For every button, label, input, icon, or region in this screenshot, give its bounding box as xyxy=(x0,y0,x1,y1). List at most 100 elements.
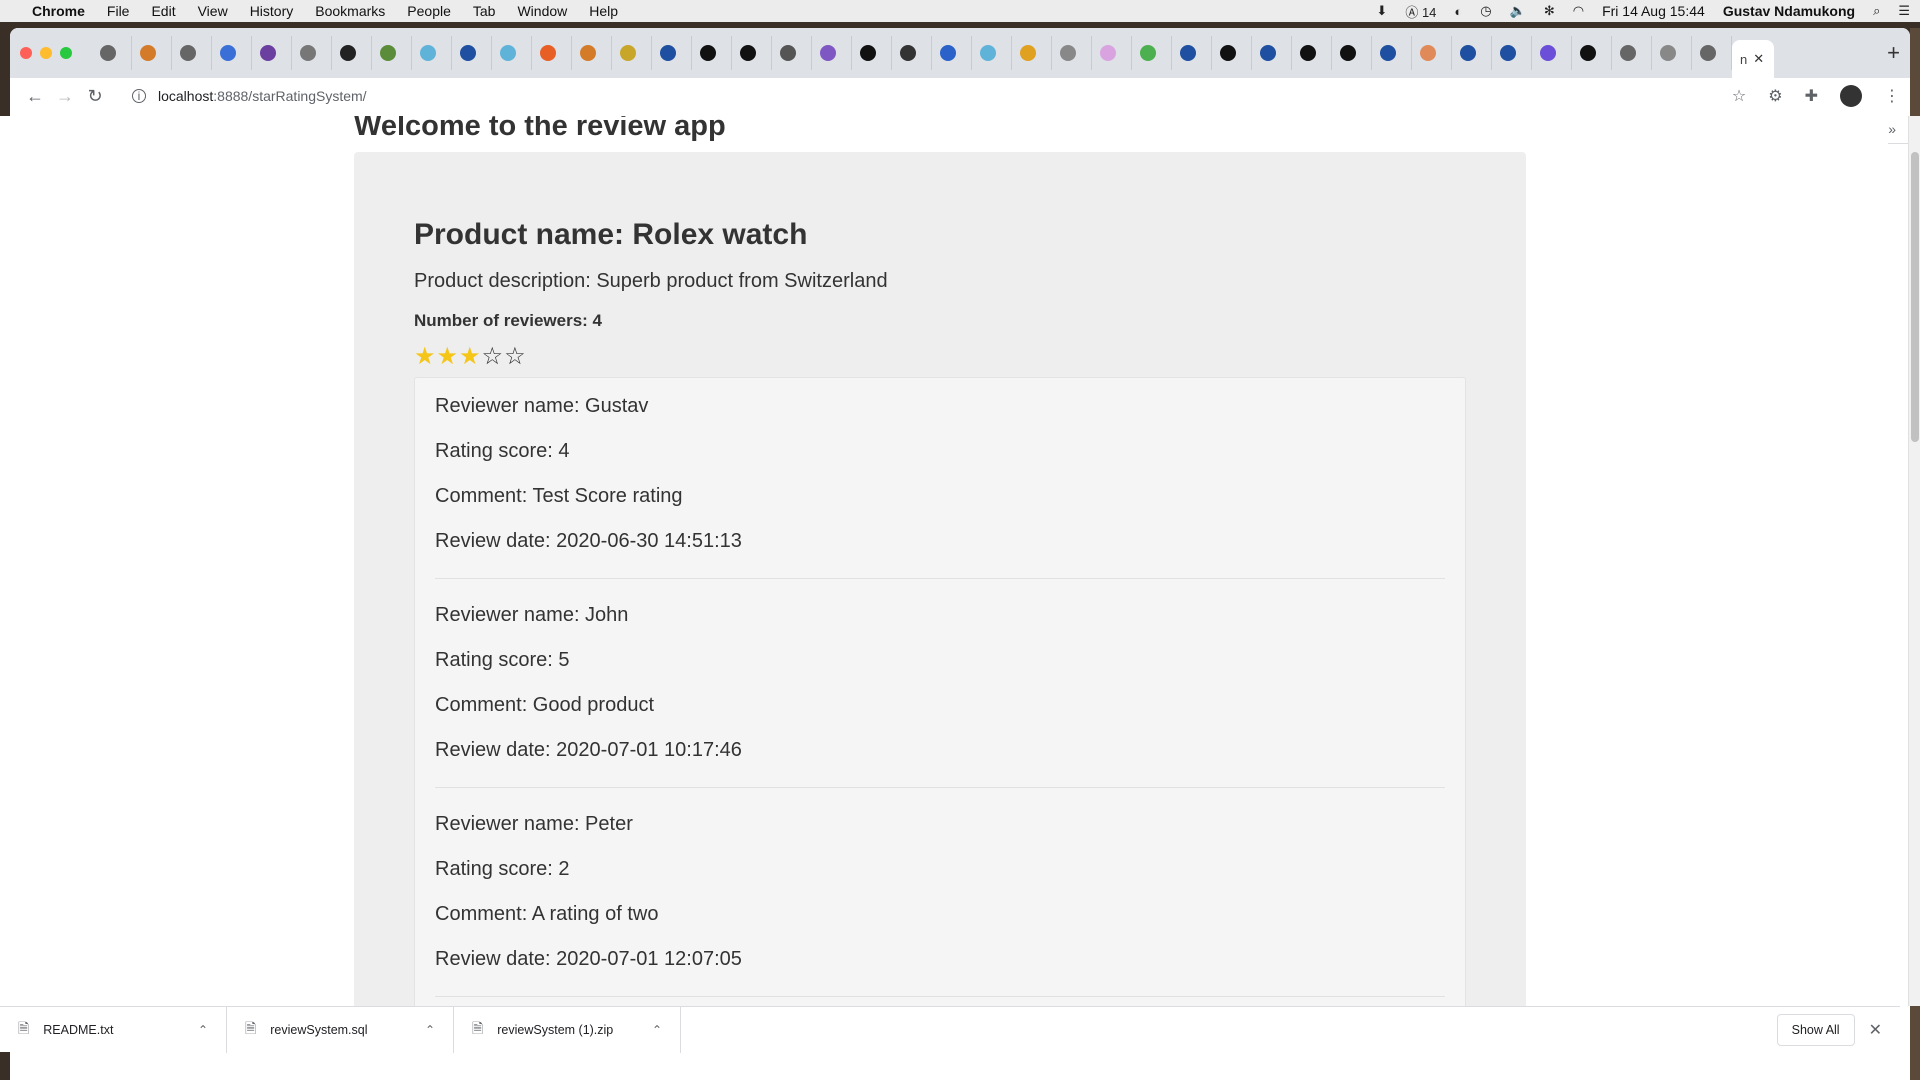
menu-edit[interactable]: Edit xyxy=(151,3,175,19)
menu-app-name[interactable]: Chrome xyxy=(32,3,85,19)
browser-tab[interactable] xyxy=(1292,36,1332,70)
address-bar[interactable]: i localhost:8888/starRatingSystem/ ☆ xyxy=(122,82,1756,110)
extensions-puzzle-icon[interactable]: ✚ xyxy=(1805,86,1818,106)
reload-icon[interactable]: ↻ xyxy=(80,86,110,107)
browser-tab[interactable] xyxy=(292,36,332,70)
back-icon[interactable]: ← xyxy=(20,86,50,107)
browser-tab[interactable] xyxy=(212,36,252,70)
browser-tab[interactable] xyxy=(1132,36,1172,70)
tab-favicon-icon xyxy=(1460,45,1476,61)
tab-favicon-icon xyxy=(1580,45,1596,61)
tab-favicon-icon xyxy=(900,45,916,61)
browser-tab[interactable] xyxy=(572,36,612,70)
browser-tab[interactable] xyxy=(372,36,412,70)
page-scrollbar[interactable] xyxy=(1908,116,1920,1006)
chrome-menu-icon[interactable]: ⋮ xyxy=(1884,86,1900,106)
menu-tab[interactable]: Tab xyxy=(473,3,496,19)
tab-favicon-icon xyxy=(820,45,836,61)
browser-tab[interactable] xyxy=(92,36,132,70)
adobe-icon[interactable]: Ⓐ 14 xyxy=(1405,2,1436,21)
browser-tab[interactable] xyxy=(332,36,372,70)
menu-window[interactable]: Window xyxy=(517,3,567,19)
close-tab-icon[interactable]: ✕ xyxy=(1753,51,1764,67)
browser-tab[interactable] xyxy=(1612,36,1652,70)
browser-tab[interactable] xyxy=(1692,36,1732,70)
browser-tab[interactable] xyxy=(772,36,812,70)
browser-tab[interactable] xyxy=(172,36,212,70)
menu-file[interactable]: File xyxy=(107,3,130,19)
browser-tab[interactable] xyxy=(132,36,172,70)
browser-tab[interactable] xyxy=(1452,36,1492,70)
browser-tab[interactable] xyxy=(1332,36,1372,70)
new-tab-icon[interactable]: + xyxy=(1887,40,1900,66)
browser-tab[interactable] xyxy=(852,36,892,70)
time-machine-icon[interactable]: ◷ xyxy=(1480,3,1491,19)
site-info-icon[interactable]: i xyxy=(132,89,146,103)
forward-icon[interactable]: → xyxy=(50,86,80,107)
browser-tab[interactable] xyxy=(1012,36,1052,70)
browser-tab[interactable] xyxy=(1052,36,1092,70)
notification-center-icon[interactable]: ☰ xyxy=(1898,3,1910,19)
show-all-button[interactable]: Show All xyxy=(1776,1013,1855,1046)
menu-view[interactable]: View xyxy=(198,3,228,19)
active-tab[interactable]: n ✕ xyxy=(1732,40,1774,78)
chevron-up-icon[interactable]: ⌃ xyxy=(652,1023,662,1037)
bluetooth-icon[interactable]: ✻ xyxy=(1544,3,1555,19)
file-icon: 🗎 xyxy=(18,1019,30,1036)
close-window-button[interactable] xyxy=(20,47,32,59)
menubar-user[interactable]: Gustav Ndamukong xyxy=(1723,3,1855,19)
download-item[interactable]: 🗎 README.txt ⌃ xyxy=(0,1006,227,1053)
browser-tab[interactable] xyxy=(452,36,492,70)
browser-tab[interactable] xyxy=(1412,36,1452,70)
tab-favicon-icon xyxy=(500,45,516,61)
product-description: Product description: Superb product from… xyxy=(414,270,888,292)
browser-tab[interactable] xyxy=(652,36,692,70)
minimize-window-button[interactable] xyxy=(40,47,52,59)
browser-tab[interactable] xyxy=(692,36,732,70)
browser-tab[interactable] xyxy=(1372,36,1412,70)
download-item[interactable]: 🗎 reviewSystem (1).zip ⌃ xyxy=(454,1006,681,1053)
browser-tab[interactable] xyxy=(732,36,772,70)
browser-tab[interactable] xyxy=(1092,36,1132,70)
browser-tab[interactable] xyxy=(892,36,932,70)
chevron-up-icon[interactable]: ⌃ xyxy=(198,1023,208,1037)
zoom-window-button[interactable] xyxy=(60,47,72,59)
close-icon[interactable]: ✕ xyxy=(1869,1020,1882,1040)
bookmarks-overflow-icon[interactable]: » xyxy=(1888,121,1896,137)
browser-tab[interactable] xyxy=(612,36,652,70)
browser-tab[interactable] xyxy=(1172,36,1212,70)
bookmark-star-icon[interactable]: ☆ xyxy=(1732,86,1746,106)
browser-tab[interactable] xyxy=(412,36,452,70)
tab-favicon-icon xyxy=(1140,45,1156,61)
scrollbar-thumb[interactable] xyxy=(1911,152,1919,442)
browser-tab[interactable] xyxy=(932,36,972,70)
browser-tab[interactable] xyxy=(1532,36,1572,70)
browser-tab[interactable] xyxy=(252,36,292,70)
tab-favicon-icon xyxy=(1260,45,1276,61)
review-item: Reviewer name: John Rating score: 5 Commen… xyxy=(435,603,1445,788)
chevron-up-icon[interactable]: ⌃ xyxy=(425,1023,435,1037)
browser-tab[interactable] xyxy=(1212,36,1252,70)
circle-status-icon[interactable]: ◐ xyxy=(1454,4,1462,19)
browser-tab[interactable] xyxy=(972,36,1012,70)
profile-avatar[interactable] xyxy=(1840,85,1862,107)
browser-tab[interactable] xyxy=(532,36,572,70)
wifi-icon[interactable]: ◠ xyxy=(1573,3,1584,19)
browser-tab[interactable] xyxy=(492,36,532,70)
menu-history[interactable]: History xyxy=(250,3,294,19)
volume-icon[interactable]: 🔈 xyxy=(1510,3,1526,19)
download-status-icon[interactable]: ⬇ xyxy=(1376,3,1387,19)
browser-tab[interactable] xyxy=(1572,36,1612,70)
menu-bookmarks[interactable]: Bookmarks xyxy=(315,3,385,19)
browser-tab[interactable] xyxy=(1252,36,1292,70)
extension-gear-icon[interactable]: ⚙ xyxy=(1768,86,1782,106)
spotlight-search-icon[interactable]: ⌕ xyxy=(1873,3,1880,19)
menu-people[interactable]: People xyxy=(407,3,451,19)
download-item[interactable]: 🗎 reviewSystem.sql ⌃ xyxy=(227,1006,454,1053)
browser-tab[interactable] xyxy=(1652,36,1692,70)
browser-tab[interactable] xyxy=(1492,36,1532,70)
browser-tab[interactable] xyxy=(812,36,852,70)
menubar-clock[interactable]: Fri 14 Aug 15:44 xyxy=(1602,3,1705,19)
menu-help[interactable]: Help xyxy=(589,3,618,19)
main-container: Welcome to the review app Product name: … xyxy=(354,116,1526,1006)
